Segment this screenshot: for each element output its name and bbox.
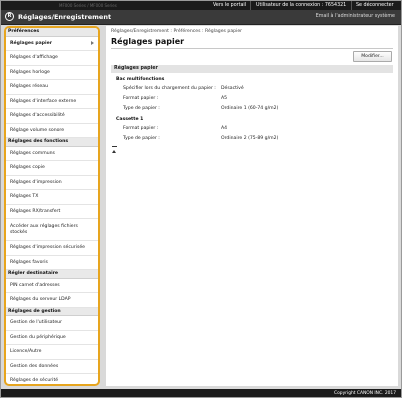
sidebar-item-external-interface[interactable]: Réglages d'interface externe xyxy=(6,95,98,109)
sidebar-item-favorites[interactable]: Réglages favoris xyxy=(6,256,98,270)
login-user: Utilisateur de la connexion : 7654321 xyxy=(256,3,346,8)
sidebar-item-label: Réglage volume sonore xyxy=(10,127,65,133)
breadcrumb-separator: : xyxy=(170,29,172,34)
main-panel: Réglages/Enregistrement : Préférences : … xyxy=(106,26,398,386)
sidebar-item-paper-settings[interactable]: Réglages papier xyxy=(6,36,98,51)
sidebar-item-rx-settings[interactable]: Réglages RX/transfert xyxy=(6,205,98,219)
sidebar-section-destination: Régler destinataire xyxy=(6,270,98,279)
sidebar-item-license-other[interactable]: Licence/Autre xyxy=(6,345,98,360)
sidebar-item-label: Réglages d'interface externe xyxy=(10,98,77,104)
sidebar-item-address-book-pin[interactable]: PIN carnet d'adresses xyxy=(6,279,98,293)
title-divider xyxy=(111,48,393,49)
page-title: Réglages papier xyxy=(111,37,185,46)
chevron-right-icon xyxy=(91,41,94,46)
sidebar-item-label: Réglages communs xyxy=(10,150,55,156)
group-title: Bac multifonctions xyxy=(116,77,165,82)
setting-value: A4 xyxy=(221,126,228,131)
breadcrumb-separator: : xyxy=(201,29,204,34)
sidebar-item-label: Gestion du périphérique xyxy=(10,334,66,340)
breadcrumb-item[interactable]: Réglages/Enregistrement xyxy=(111,29,169,34)
sidebar-item-print-settings[interactable]: Réglages d'impression xyxy=(6,176,98,190)
breadcrumb: Réglages/Enregistrement : Préférences : … xyxy=(111,29,242,34)
sidebar-item-display-settings[interactable]: Réglages d'affichage xyxy=(6,51,98,66)
sidebar-item-network-settings[interactable]: Réglages réseau xyxy=(6,80,98,95)
sidebar-item-clock-settings[interactable]: Réglages horloge xyxy=(6,66,98,80)
sidebar-item-label: Réglages du serveur LDAP xyxy=(10,297,71,303)
sidebar-item-label: Réglages réseau xyxy=(10,84,48,90)
footer: Copyright CANON INC. 2017 xyxy=(1,389,401,397)
sidebar-section-management: Réglages de gestion xyxy=(6,307,98,316)
sidebar-item-data-management[interactable]: Gestion des données xyxy=(6,360,98,374)
sidebar-item-label: Réglages papier xyxy=(10,40,52,46)
sidebar-menu: Préférences Réglages papier Réglages d'a… xyxy=(4,26,100,386)
sidebar-item-accessibility[interactable]: Réglages d'accessibilité xyxy=(6,109,98,124)
sidebar-section-preferences: Préférences xyxy=(6,28,98,37)
sidebar-item-user-management[interactable]: Gestion de l'utilisateur xyxy=(6,316,98,331)
sidebar-section-functions: Réglages des fonctions xyxy=(6,138,98,147)
setting-label: Format papier : xyxy=(123,96,159,101)
setting-value: A5 xyxy=(221,96,228,101)
sidebar-item-label: Réglages TX xyxy=(10,194,39,200)
sidebar-item-label: Réglages d'accessibilité xyxy=(10,113,65,119)
sidebar-item-common-settings[interactable]: Réglages communs xyxy=(6,147,98,161)
setting-value: Ordinaire 2 (75-89 g/m2) xyxy=(221,136,279,141)
sidebar-item-device-management[interactable]: Gestion du périphérique xyxy=(6,331,98,345)
sidebar-item-label: Accéder aux réglages fichiers stockés xyxy=(10,223,78,235)
breadcrumb-item[interactable]: Préférences xyxy=(173,29,200,34)
back-to-top-icon[interactable] xyxy=(111,146,117,153)
login-user-id: 7654321 xyxy=(324,2,347,8)
breadcrumb-current: Réglages papier xyxy=(204,29,243,34)
logout-link[interactable]: Se déconnecter xyxy=(356,3,394,8)
sidebar-item-ldap-server[interactable]: Réglages du serveur LDAP xyxy=(6,293,98,308)
sidebar-item-secure-print[interactable]: Réglages d'impression sécurisée xyxy=(6,241,98,256)
sidebar-item-label: Réglages horloge xyxy=(10,69,50,75)
sidebar-item-label: Gestion des données xyxy=(10,363,59,369)
app-title: Réglages/Enregistrement xyxy=(18,13,112,21)
sidebar-item-stored-files[interactable]: Accéder aux réglages fichiers stockés xyxy=(6,219,98,241)
divider xyxy=(351,1,352,10)
setting-label: Format papier : xyxy=(123,126,159,131)
sidebar-item-label: Réglages d'impression sécurisée xyxy=(10,245,85,251)
mail-admin-link[interactable]: Email à l'administrateur système xyxy=(316,14,395,19)
setting-value: Ordinaire 1 (60-74 g/m2) xyxy=(221,106,279,111)
sidebar-item-security-settings[interactable]: Réglages de sécurité xyxy=(6,374,98,384)
divider xyxy=(250,1,251,10)
sidebar-item-label: Réglages d'affichage xyxy=(10,55,58,61)
setting-value: Désactivé xyxy=(221,86,244,91)
sidebar-item-label: Réglages favoris xyxy=(10,259,48,265)
settings-logo-icon: R xyxy=(5,12,14,21)
copyright: Copyright CANON INC. 2017 xyxy=(334,390,396,396)
top-bar: MF000 Series / MF000 Series Vers le port… xyxy=(1,1,401,10)
sidebar-item-tx-settings[interactable]: Réglages TX xyxy=(6,190,98,205)
section-header: Réglages papier xyxy=(111,65,393,73)
group-title: Cassette 1 xyxy=(116,117,144,122)
sidebar-item-label: Gestion de l'utilisateur xyxy=(10,320,62,326)
sidebar-item-label: Réglages de sécurité xyxy=(10,378,59,384)
sidebar-item-label: Réglages RX/transfert xyxy=(10,208,61,214)
modify-button[interactable]: Modifier... xyxy=(353,51,392,62)
app-header: R Réglages/Enregistrement Email à l'admi… xyxy=(1,10,401,25)
sidebar-item-label: Licence/Autre xyxy=(10,349,42,355)
sidebar-item-label: Réglages d'impression xyxy=(10,179,62,185)
setting-label: Type de papier : xyxy=(123,136,160,141)
sidebar-item-label: Réglages copie xyxy=(10,165,45,171)
setting-label: Spécifier lors du chargement du papier : xyxy=(123,86,216,91)
sidebar-item-label: PIN carnet d'adresses xyxy=(10,282,60,288)
sidebar-item-copy-settings[interactable]: Réglages copie xyxy=(6,161,98,176)
login-user-label: Utilisateur de la connexion : xyxy=(256,2,324,8)
setting-label: Type de papier : xyxy=(123,106,160,111)
device-model: MF000 Series / MF000 Series xyxy=(59,3,117,8)
sidebar-item-volume[interactable]: Réglage volume sonore xyxy=(6,124,98,138)
portal-link[interactable]: Vers le portail xyxy=(213,3,246,8)
